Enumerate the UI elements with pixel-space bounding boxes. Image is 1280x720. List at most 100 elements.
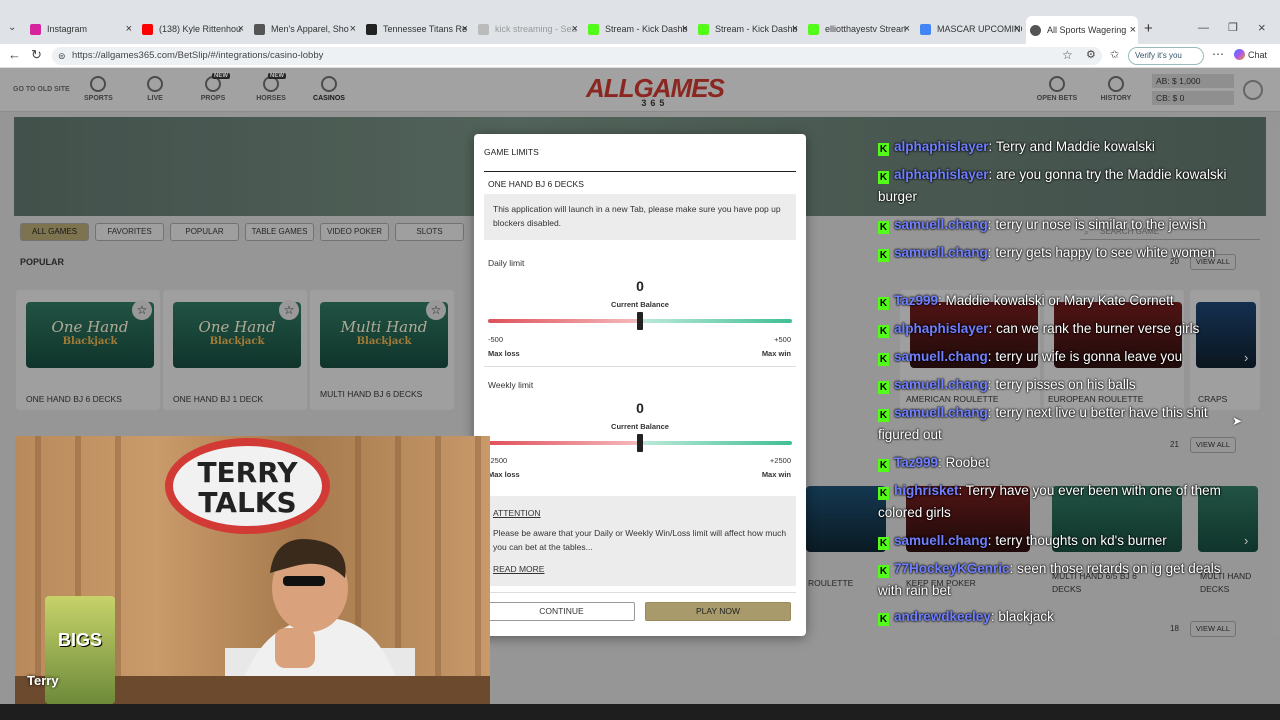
daily-limit-label: Daily limit bbox=[488, 258, 525, 268]
chat-username[interactable]: samuell.chang bbox=[894, 405, 988, 420]
streamer-webcam: TERRY TALKS BIGS Terry bbox=[15, 436, 490, 704]
copilot-chat-button[interactable]: Chat bbox=[1234, 49, 1267, 60]
site-info-icon[interactable]: ⊜ bbox=[58, 47, 66, 65]
browser-tab-active[interactable]: All Sports Wagering × bbox=[1026, 16, 1138, 44]
browser-tab[interactable]: (138) Kyle Rittenhou × bbox=[142, 18, 246, 40]
site-icon bbox=[1030, 24, 1041, 36]
chat-username[interactable]: alphaphislayer bbox=[894, 139, 989, 154]
verify-label: Verify it's you bbox=[1135, 51, 1182, 60]
url-text: https://allgames365.com/BetSlip/#/integr… bbox=[72, 50, 324, 61]
browser-tab[interactable]: Tennessee Titans Re × bbox=[366, 18, 470, 40]
chat-message: Kalphaphislayer: are you gonna try the M… bbox=[878, 167, 1227, 204]
slider-thumb[interactable] bbox=[637, 434, 643, 452]
browser-tab[interactable]: Stream - Kick Dashb × bbox=[698, 18, 800, 40]
close-tab-icon[interactable]: × bbox=[682, 23, 688, 35]
chat-username[interactable]: highrisket bbox=[894, 483, 959, 498]
minimize-icon[interactable]: — bbox=[1198, 22, 1209, 34]
kick-badge-icon: K bbox=[878, 353, 889, 366]
kick-badge-icon: K bbox=[878, 565, 889, 578]
daily-min: -500 bbox=[488, 335, 504, 344]
chat-username[interactable]: samuell.chang bbox=[894, 217, 988, 232]
chat-message: K 77HockeyKGenric: seen those retards on … bbox=[878, 561, 1221, 598]
tab-title: elliotthayestv Strean bbox=[825, 24, 907, 34]
browser-tab[interactable]: MASCAR UPCOMING × bbox=[920, 18, 1022, 40]
daily-limit-slider[interactable] bbox=[488, 312, 792, 330]
maximize-icon[interactable]: ❐ bbox=[1228, 21, 1238, 34]
continue-button[interactable]: CONTINUE bbox=[488, 602, 635, 621]
wall-slat bbox=[115, 436, 121, 704]
chat-message: Ksamuell.chang: terry ur wife is gonna l… bbox=[878, 349, 1183, 366]
menu-dots-icon[interactable]: ⋯ bbox=[1212, 47, 1224, 61]
browser-tab[interactable]: Instagram × bbox=[30, 18, 134, 40]
chat-username[interactable]: alphaphislayer bbox=[894, 167, 989, 182]
address-bar-row: ← ↻ ⊜ https://allgames365.com/BetSlip/#/i… bbox=[0, 44, 1280, 68]
chat-username[interactable]: samuell.chang bbox=[894, 377, 988, 392]
close-tab-icon[interactable]: × bbox=[238, 23, 244, 35]
weekly-limit-value: 0 bbox=[636, 400, 644, 416]
close-tab-icon[interactable]: × bbox=[572, 23, 578, 35]
chat-text: terry gets happy to see white women bbox=[995, 245, 1216, 260]
close-tab-icon[interactable]: × bbox=[126, 23, 132, 35]
tab-list-chevron-icon[interactable]: ⌄ bbox=[8, 22, 16, 33]
chat-label: Chat bbox=[1248, 50, 1268, 60]
chat-message: Ksamuell.chang: terry ur nose is similar… bbox=[878, 217, 1207, 234]
current-balance-label: Current Balance bbox=[611, 422, 669, 431]
chat-username[interactable]: samuell.chang bbox=[894, 245, 988, 260]
chat-message: Khighrisket: Terry have you ever been wi… bbox=[878, 483, 1221, 520]
play-now-button[interactable]: PLAY NOW bbox=[645, 602, 791, 621]
chat-username[interactable]: andrewdkeeley bbox=[894, 609, 991, 624]
close-tab-icon[interactable]: × bbox=[1014, 23, 1020, 35]
instagram-icon bbox=[30, 23, 41, 35]
read-more-link[interactable]: READ MORE bbox=[493, 562, 787, 576]
chat-username[interactable]: samuell.chang bbox=[894, 349, 988, 364]
game-name: ONE HAND BJ 6 DECKS bbox=[488, 179, 584, 189]
chat-text: terry ur nose is similar to the jewish bbox=[995, 217, 1207, 232]
chat-username[interactable]: 77HockeyKGenric bbox=[894, 561, 1010, 576]
favorites-icon[interactable]: ✩ bbox=[1110, 48, 1119, 61]
youtube-icon bbox=[142, 23, 153, 35]
chat-text: terry thoughts on kd's burner bbox=[995, 533, 1167, 548]
chat-username[interactable]: alphaphislayer bbox=[894, 321, 989, 336]
max-win-label: Max win bbox=[761, 349, 791, 358]
streamer-name: Terry bbox=[27, 673, 59, 688]
close-tab-icon[interactable]: × bbox=[904, 23, 910, 35]
weekly-max: +2500 bbox=[769, 456, 791, 465]
titans-icon bbox=[366, 23, 377, 35]
reload-icon[interactable]: ↻ bbox=[31, 47, 42, 63]
chat-username[interactable]: samuell.chang bbox=[894, 533, 988, 548]
browser-tab[interactable]: kick streaming - Sea × bbox=[478, 18, 580, 40]
divider bbox=[484, 366, 796, 367]
chat-username[interactable]: Taz999 bbox=[894, 293, 938, 308]
max-win-label: Max win bbox=[761, 470, 791, 479]
game-limits-modal: GAME LIMITS ONE HAND BJ 6 DECKS This app… bbox=[474, 134, 806, 636]
browser-tab[interactable]: Men's Apparel, Sho × bbox=[254, 18, 358, 40]
chat-username[interactable]: Taz999 bbox=[894, 455, 938, 470]
back-icon[interactable]: ← bbox=[8, 47, 21, 62]
mouse-cursor-icon: ➤ bbox=[1232, 414, 1243, 428]
url-field[interactable]: ⊜ https://allgames365.com/BetSlip/#/integ… bbox=[52, 47, 1102, 65]
browser-tab[interactable]: elliotthayestv Strean × bbox=[808, 18, 912, 40]
close-window-icon[interactable]: × bbox=[1258, 20, 1266, 35]
verify-button[interactable]: Verify it's you bbox=[1128, 47, 1204, 65]
close-tab-icon[interactable]: × bbox=[1130, 24, 1136, 36]
chat-text: terry pisses on his balls bbox=[995, 377, 1136, 392]
attention-box: ATTENTION Please be aware that your Dail… bbox=[484, 496, 796, 586]
chat-message: Kandrewdkeeley: blackjack bbox=[878, 609, 1054, 626]
chat-text: Maddie kowalski or Mary Kate Cornett bbox=[945, 293, 1174, 308]
daily-limit-value: 0 bbox=[636, 278, 644, 294]
terry-talks-sign: TERRY TALKS bbox=[165, 438, 330, 534]
favorite-star-icon[interactable]: ☆ bbox=[1062, 48, 1073, 62]
tab-title: (138) Kyle Rittenhou bbox=[159, 24, 242, 34]
weekly-limit-slider[interactable] bbox=[488, 434, 792, 452]
close-tab-icon[interactable]: × bbox=[792, 23, 798, 35]
wall-slat bbox=[35, 436, 41, 704]
max-loss-label: Max loss bbox=[488, 349, 520, 358]
close-tab-icon[interactable]: × bbox=[350, 23, 356, 35]
chat-message: Kalphaphislayer: Terry and Maddie kowals… bbox=[878, 139, 1155, 156]
browser-tab[interactable]: Stream - Kick Dashb × bbox=[588, 18, 690, 40]
slider-thumb[interactable] bbox=[637, 312, 643, 330]
extension-icon[interactable]: ⚙ bbox=[1086, 48, 1096, 61]
current-balance-label: Current Balance bbox=[611, 300, 669, 309]
new-tab-icon[interactable]: + bbox=[1144, 20, 1153, 37]
close-tab-icon[interactable]: × bbox=[462, 23, 468, 35]
